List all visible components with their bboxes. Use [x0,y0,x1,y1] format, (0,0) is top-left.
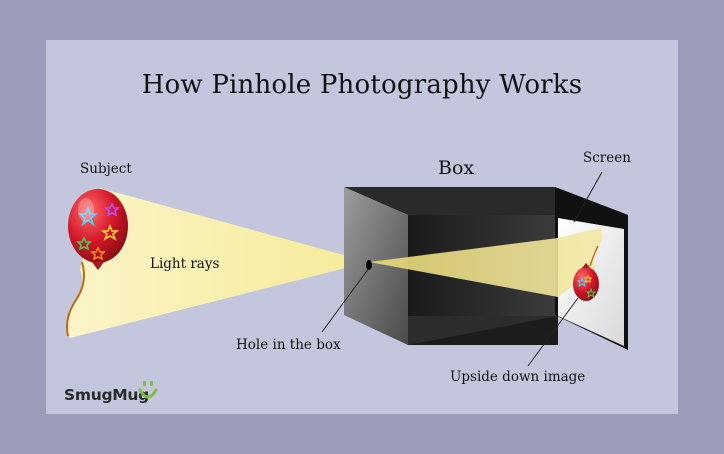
box-label: Box [438,157,475,179]
light-rays-label: Light rays [150,256,220,272]
smiley-face-icon [138,381,158,399]
screen-label: Screen [583,150,631,166]
upside-down-label: Upside down image [450,369,586,385]
brand-logo-text: SmugMug [64,386,149,404]
subject-label: Subject [80,161,132,177]
diagram-title: How Pinhole Photography Works [141,70,583,100]
hole-label: Hole in the box [236,337,341,353]
